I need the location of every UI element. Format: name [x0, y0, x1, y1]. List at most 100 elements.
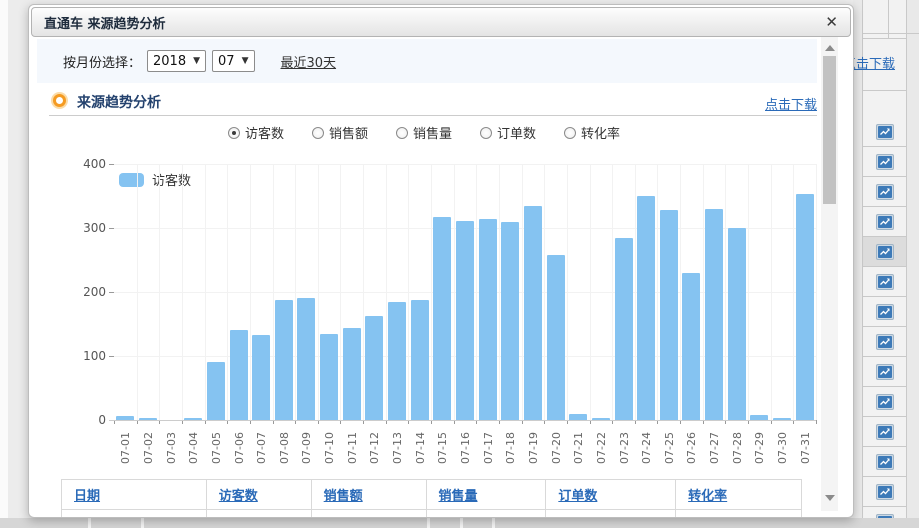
- background-table-row: [863, 477, 906, 507]
- background-table-row: [863, 417, 906, 447]
- gridline-v: [273, 164, 274, 420]
- table-cell: [312, 510, 427, 518]
- bar-07-31: [796, 194, 814, 420]
- close-icon[interactable]: ✕: [825, 13, 838, 31]
- background-table-row: [863, 117, 906, 147]
- table-header-cell: 订单数: [546, 480, 676, 509]
- table-header-link[interactable]: 销售额: [324, 485, 363, 504]
- table-header-link[interactable]: 日期: [74, 485, 100, 504]
- trend-line-chart-icon[interactable]: [876, 274, 894, 290]
- y-axis-tick-label: 100: [74, 349, 106, 363]
- gridline-v: [431, 164, 432, 420]
- table-header-cell: 销售额: [312, 480, 427, 509]
- bar-07-05: [207, 362, 225, 420]
- table-cell: [427, 510, 547, 518]
- gridline-h: [114, 164, 816, 165]
- visitors-bar-chart: 访客数 010020030040007-0107-0207-0307-0407-…: [29, 5, 819, 475]
- table-header-cell: 日期: [62, 480, 207, 509]
- trend-line-chart-icon[interactable]: [876, 124, 894, 140]
- background-table-row: [863, 207, 906, 237]
- trend-line-chart-icon[interactable]: [876, 424, 894, 440]
- bar-07-02: [139, 418, 157, 420]
- trend-line-chart-icon[interactable]: [876, 484, 894, 500]
- gridline-v: [250, 164, 251, 420]
- gridline-v: [182, 164, 183, 420]
- bar-07-08: [275, 300, 293, 420]
- trend-line-chart-icon[interactable]: [876, 214, 894, 230]
- trend-line-chart-icon[interactable]: [876, 304, 894, 320]
- gridline-v: [680, 164, 681, 420]
- table-header-link[interactable]: 访客数: [219, 485, 258, 504]
- gridline-v: [295, 164, 296, 420]
- trend-line-chart-icon[interactable]: [876, 184, 894, 200]
- scroll-down-icon[interactable]: [825, 495, 835, 501]
- bar-07-26: [682, 273, 700, 420]
- gridline-v: [408, 164, 409, 420]
- legend-label: 访客数: [152, 170, 191, 189]
- bar-07-07: [252, 335, 270, 420]
- gridline-v: [748, 164, 749, 420]
- table-cell: [207, 510, 312, 518]
- gridline-v: [363, 164, 364, 420]
- metrics-table: 日期 访客数 销售额 销售量 订单数 转化率: [61, 479, 802, 518]
- background-grid-line: [862, 90, 907, 91]
- table-header-cell: 转化率: [676, 480, 801, 509]
- gridline-v: [159, 164, 160, 420]
- bar-07-13: [388, 302, 406, 420]
- gridline-v: [522, 164, 523, 420]
- bar-07-01: [116, 416, 134, 420]
- y-axis-tick: [109, 164, 114, 165]
- table-cell: [676, 510, 801, 518]
- bar-07-16: [456, 221, 474, 420]
- trend-line-chart-icon[interactable]: [876, 364, 894, 380]
- trend-line-chart-icon[interactable]: [876, 334, 894, 350]
- page-left-strip: [0, 0, 8, 528]
- table-cell: [546, 510, 676, 518]
- table-cell: [62, 510, 207, 518]
- background-table-row: [863, 327, 906, 357]
- gridline-v: [567, 164, 568, 420]
- table-header-link[interactable]: 订单数: [558, 485, 597, 504]
- bar-07-29: [750, 415, 768, 420]
- background-table-row: [863, 357, 906, 387]
- bar-07-06: [230, 330, 248, 420]
- y-axis-tick-label: 300: [74, 221, 106, 235]
- chart-legend: 访客数: [119, 170, 191, 189]
- dialog-scrollbar[interactable]: [821, 37, 838, 511]
- background-table-column: [853, 0, 919, 528]
- table-header-cell: 销售量: [427, 480, 547, 509]
- background-table-row: [863, 237, 906, 267]
- background-bottom-bar: [0, 518, 919, 528]
- gridline-v: [590, 164, 591, 420]
- table-header-link[interactable]: 销售量: [439, 485, 478, 504]
- gridline-v: [793, 164, 794, 420]
- gridline-v: [499, 164, 500, 420]
- trend-line-chart-icon[interactable]: [876, 244, 894, 260]
- y-axis-tick-label: 0: [74, 413, 106, 427]
- y-axis-tick-label: 200: [74, 285, 106, 299]
- bar-07-23: [615, 238, 633, 420]
- background-table-row: [863, 297, 906, 327]
- gridline-v: [454, 164, 455, 420]
- trend-line-chart-icon[interactable]: [876, 454, 894, 470]
- bar-07-04: [184, 418, 202, 420]
- gridline-v: [318, 164, 319, 420]
- gridline-v: [725, 164, 726, 420]
- gridline-v: [771, 164, 772, 420]
- table-header-cell: 访客数: [207, 480, 312, 509]
- bar-07-14: [411, 300, 429, 420]
- bar-07-20: [547, 255, 565, 420]
- gridline-v: [635, 164, 636, 420]
- gridline-v: [657, 164, 658, 420]
- bar-07-30: [773, 418, 791, 420]
- bar-07-10: [320, 334, 338, 420]
- trend-line-chart-icon[interactable]: [876, 394, 894, 410]
- bar-07-21: [569, 414, 587, 420]
- trend-analysis-dialog: 直通车 来源趋势分析 ✕ 按月份选择： 2018 ▼ 07 ▼ 最近30天 来源…: [28, 4, 854, 518]
- scrollbar-thumb[interactable]: [823, 56, 836, 204]
- table-header-link[interactable]: 转化率: [688, 485, 727, 504]
- scroll-up-icon[interactable]: [825, 45, 835, 51]
- gridline-v: [137, 164, 138, 420]
- y-axis-tick: [109, 292, 114, 293]
- trend-line-chart-icon[interactable]: [876, 154, 894, 170]
